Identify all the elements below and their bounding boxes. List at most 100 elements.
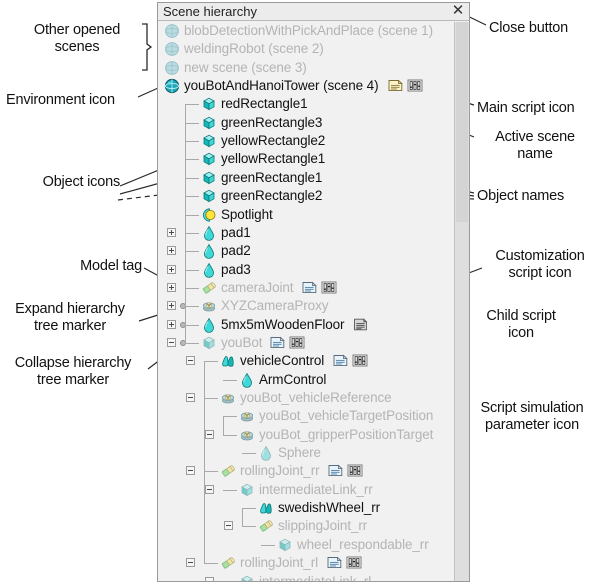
tree-row[interactable]: pad1	[158, 224, 455, 242]
collapse-tree-marker[interactable]	[205, 429, 214, 439]
scrollbar-thumb[interactable]	[456, 22, 468, 222]
shape-icon	[239, 482, 255, 498]
tree-row[interactable]: youBotAndHanoiTower (scene 4)	[158, 77, 455, 95]
tree-row[interactable]: pad2	[158, 242, 455, 260]
customization-script-icon[interactable]	[353, 317, 368, 331]
tree-row[interactable]: wheel_respondable_rr	[158, 536, 455, 554]
tree-row[interactable]: slippingJoint_rr	[158, 517, 455, 535]
expand-tree-marker[interactable]	[167, 227, 176, 237]
tree-row[interactable]: intermediateLink_rl	[158, 573, 455, 582]
shape-icon	[239, 574, 255, 581]
environment-icon-active	[164, 78, 180, 94]
sim-params-icon[interactable]	[289, 336, 305, 349]
tree-row-label: Sphere	[278, 445, 321, 461]
tree-row[interactable]: XYZCameraProxy	[158, 297, 455, 315]
tree-row[interactable]: new scene (scene 3)	[158, 59, 455, 77]
collapse-tree-marker[interactable]	[186, 393, 195, 402]
tree-connector	[185, 122, 199, 124]
environment-icon	[164, 23, 180, 39]
tree-row[interactable]: vehicleControl	[158, 352, 455, 370]
close-icon[interactable]: ✕	[450, 3, 466, 19]
tree-row[interactable]: intermediateLink_rr	[158, 481, 455, 499]
collapse-tree-marker[interactable]	[205, 576, 214, 581]
tree-row[interactable]: greenRectangle1	[158, 169, 455, 187]
tree-row[interactable]: Spotlight	[158, 206, 455, 224]
frame-icon	[239, 427, 255, 443]
tree-row[interactable]: rollingJoint_rr	[158, 462, 455, 480]
annotation-active-scene-name: Active scene name	[495, 129, 575, 162]
tree-row[interactable]: rollingJoint_rl	[158, 554, 455, 572]
child-script-icon[interactable]	[328, 464, 343, 477]
tree-row-label: youBot_vehicleReference	[240, 390, 392, 405]
tree-row[interactable]: blobDetectionWithPickAndPlace (scene 1)	[158, 22, 455, 40]
tree-row-label: XYZCameraProxy	[221, 298, 329, 314]
tree-row-label: blobDetectionWithPickAndPlace (scene 1)	[184, 23, 433, 38]
tree-row[interactable]: youBot_vehicleReference	[158, 389, 455, 407]
annotation-child-script-icon: Child script icon	[486, 308, 556, 341]
sim-params-icon[interactable]	[407, 79, 423, 92]
child-script-icon[interactable]	[302, 281, 317, 294]
tree-row[interactable]: redRectangle1	[158, 95, 455, 113]
joint-icon	[201, 280, 217, 296]
tree-row[interactable]: ArmControl	[158, 371, 455, 389]
tree-connector	[185, 306, 199, 308]
sim-params-icon[interactable]	[352, 354, 368, 367]
tree-row[interactable]: greenRectangle2	[158, 187, 455, 205]
tree-row-label: new scene (scene 3)	[184, 59, 307, 75]
tree-row-label: rollingJoint_rr	[240, 463, 320, 479]
tree-row-label: weldingRobot (scene 2)	[184, 41, 324, 57]
tree-row[interactable]: weldingRobot (scene 2)	[158, 40, 455, 58]
collapse-tree-marker[interactable]	[186, 356, 195, 366]
expand-tree-marker[interactable]	[167, 319, 176, 329]
tree-connector	[223, 416, 224, 435]
tree-row-label: swedishWheel_rr	[278, 500, 381, 516]
tree-row[interactable]: swedishWheel_rr	[158, 499, 455, 517]
tree-row-label: greenRectangle2	[221, 188, 323, 204]
expand-tree-marker[interactable]	[167, 246, 176, 256]
sim-params-icon[interactable]	[347, 464, 363, 477]
tree-row-label: youBot_vehicleTargetPosition	[259, 408, 434, 424]
collapse-tree-marker[interactable]	[205, 484, 214, 494]
cloud-icon	[220, 353, 236, 369]
collapse-tree-marker[interactable]	[167, 337, 176, 347]
collapse-tree-marker[interactable]	[186, 558, 195, 568]
collapse-tree-marker[interactable]	[186, 466, 195, 476]
annotation-object-icons: Object icons	[42, 174, 121, 190]
sim-params-icon[interactable]	[346, 556, 362, 569]
main-script-icon[interactable]	[388, 79, 403, 92]
collapse-tree-marker[interactable]	[224, 521, 233, 531]
tree-connector	[223, 416, 237, 418]
tree-row-label: Spotlight	[221, 206, 273, 222]
tree-row[interactable]: youBot	[158, 334, 455, 352]
child-script-icon[interactable]	[333, 354, 348, 367]
vertical-scrollbar[interactable]	[454, 22, 469, 581]
expand-tree-marker[interactable]	[167, 282, 176, 292]
tree-connector	[223, 434, 237, 436]
tree-connector	[185, 232, 199, 234]
tree-row[interactable]: cameraJoint	[158, 279, 455, 297]
annotation-object-names: Object names	[477, 188, 565, 204]
tree-row[interactable]: yellowRectangle1	[158, 150, 455, 168]
scene-hierarchy-tree[interactable]: blobDetectionWithPickAndPlace (scene 1) w…	[158, 22, 455, 582]
tree-row[interactable]: Sphere	[158, 444, 455, 462]
tree-connector	[242, 453, 256, 455]
tree-connector	[185, 342, 199, 344]
tree-row-label: pad2	[221, 243, 251, 259]
shape-icon	[201, 96, 217, 112]
tree-connector	[223, 489, 237, 491]
tree-connector	[223, 379, 237, 381]
expand-tree-marker[interactable]	[167, 264, 176, 274]
tree-row[interactable]: youBot_vehicleTargetPosition	[158, 407, 455, 425]
sim-params-icon[interactable]	[321, 281, 337, 294]
tree-row-label: youBot_gripperPositionTarget	[259, 426, 434, 442]
tree-row[interactable]: youBot_gripperPositionTarget	[158, 426, 455, 444]
tree-row[interactable]: greenRectangle3	[158, 114, 455, 132]
tree-connector	[185, 251, 199, 253]
expand-tree-marker[interactable]	[167, 301, 176, 311]
tree-row-label: intermediateLink_rl	[259, 573, 372, 582]
child-script-icon[interactable]	[270, 336, 285, 349]
tree-row[interactable]: 5mx5mWoodenFloor	[158, 316, 455, 334]
tree-row[interactable]: yellowRectangle2	[158, 132, 455, 150]
child-script-icon[interactable]	[327, 556, 342, 569]
tree-row[interactable]: pad3	[158, 261, 455, 279]
